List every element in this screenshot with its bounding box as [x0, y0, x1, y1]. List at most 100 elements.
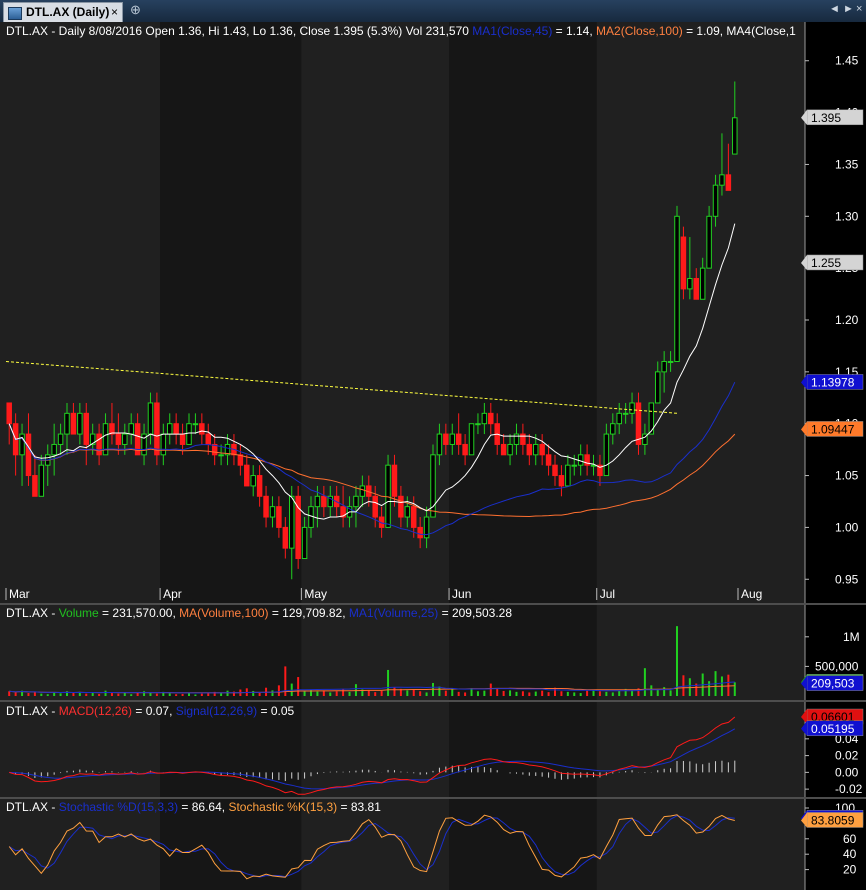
candle — [276, 506, 282, 528]
value-tag-label: 1.255 — [811, 256, 841, 270]
candle — [526, 443, 533, 456]
candle — [51, 443, 57, 456]
chart-icon — [8, 7, 22, 20]
candle — [610, 423, 616, 435]
candle — [38, 464, 45, 497]
candle — [712, 184, 719, 217]
candle — [410, 506, 417, 528]
candle — [186, 423, 192, 445]
candle — [468, 423, 475, 456]
chart-area[interactable]: DTL.AX - Daily 8/08/2016 Open 1.36, Hi 1… — [0, 22, 866, 890]
candle — [205, 433, 212, 445]
x-tick-label: Jul — [600, 587, 615, 601]
candle — [282, 526, 289, 549]
y-tick-label: 0.95 — [835, 572, 859, 586]
candle — [398, 495, 404, 518]
candle — [301, 526, 308, 560]
candle — [622, 412, 629, 415]
scroll-left-icon[interactable]: ◄ — [829, 3, 840, 15]
month-band — [449, 799, 597, 890]
x-tick-label: Aug — [741, 587, 762, 601]
panel-header: DTL.AX - Daily 8/08/2016 Open 1.36, Hi 1… — [6, 24, 796, 38]
candle — [706, 215, 712, 269]
y-tick-label: 500,000 — [815, 659, 859, 673]
x-tick-label: Mar — [9, 587, 30, 601]
candle — [417, 526, 423, 539]
candle — [6, 402, 12, 425]
candle — [443, 433, 449, 445]
candle — [77, 412, 83, 435]
candle — [699, 267, 706, 300]
y-tick-label: 20 — [843, 863, 857, 877]
candle — [475, 423, 481, 426]
candle — [64, 412, 70, 435]
candle — [558, 475, 565, 487]
candle — [199, 423, 205, 435]
candle — [565, 464, 571, 487]
x-tick-label: Apr — [163, 587, 182, 601]
candle — [539, 443, 545, 456]
candle — [173, 423, 179, 435]
candle — [166, 423, 173, 435]
candle — [654, 371, 661, 404]
chart-tab[interactable]: DTL.AX (Daily) × — [3, 2, 123, 22]
candle — [218, 454, 224, 457]
candle — [83, 412, 90, 445]
candle — [353, 495, 359, 508]
value-tag-label: 209,503 — [811, 677, 855, 691]
value-tag-label: 83.8059 — [811, 813, 855, 827]
candle — [269, 506, 276, 518]
candle — [372, 495, 378, 518]
chart-tab-label: DTL.AX (Daily) — [26, 5, 110, 19]
month-band — [449, 702, 597, 797]
candle — [57, 433, 64, 445]
candle — [314, 495, 321, 508]
close-tab-icon[interactable]: × — [111, 3, 118, 22]
new-tab-icon[interactable]: ⊕ — [130, 2, 141, 18]
y-tick-label: 1.30 — [835, 209, 859, 223]
y-tick-label: 1.35 — [835, 157, 859, 171]
candle — [256, 475, 263, 497]
candle — [687, 278, 693, 290]
candle — [321, 495, 327, 508]
candle — [674, 215, 680, 362]
candle — [552, 464, 558, 477]
candle — [629, 402, 635, 414]
candle — [545, 454, 552, 466]
panel-header: DTL.AX - Stochastic %D(15,3,3) = 86.64, … — [6, 800, 381, 814]
candle — [462, 443, 468, 456]
candle — [154, 402, 160, 456]
candle — [449, 433, 456, 445]
candle — [481, 412, 488, 425]
month-band — [449, 22, 597, 603]
candle — [288, 495, 295, 549]
candle — [32, 475, 38, 497]
candle — [532, 443, 539, 456]
candle — [115, 433, 122, 445]
close-window-icon[interactable]: × — [856, 3, 862, 15]
candle — [500, 443, 507, 456]
value-tag-label: 1.09447 — [811, 422, 855, 436]
candle — [263, 495, 269, 518]
candle — [436, 433, 443, 456]
candle — [25, 433, 32, 477]
y-tick-label: 60 — [843, 832, 857, 846]
candle — [404, 506, 411, 518]
y-tick-label: 1.00 — [835, 520, 859, 534]
y-tick-label: 1.05 — [835, 469, 859, 483]
panel-header: DTL.AX - MACD(12,26) = 0.07, Signal(12,2… — [6, 704, 294, 718]
candle — [719, 174, 725, 186]
candle — [635, 402, 642, 445]
candle — [179, 433, 186, 445]
value-tag-label: 1.395 — [811, 111, 841, 125]
candle — [147, 402, 154, 435]
candle — [70, 412, 77, 435]
scroll-right-icon[interactable]: ► — [843, 3, 854, 15]
candle — [603, 433, 610, 477]
candle — [237, 454, 244, 466]
candle — [96, 433, 102, 456]
window-title-bar: DTL.AX (Daily) × ⊕ ◄ ► × — [0, 0, 866, 23]
candle — [359, 485, 366, 497]
candle — [507, 443, 513, 456]
candle — [128, 423, 134, 435]
